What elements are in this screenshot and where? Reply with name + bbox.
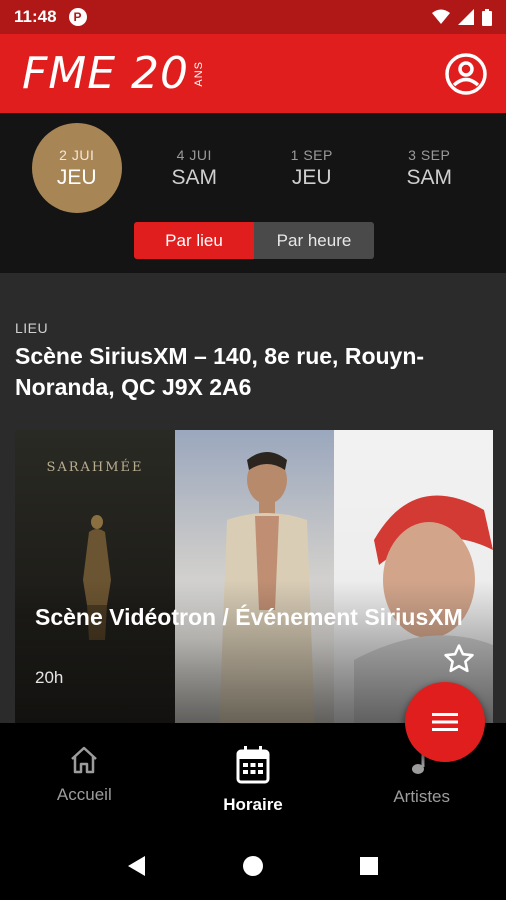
menu-icon <box>432 713 458 731</box>
home-icon <box>71 746 98 774</box>
date-day: 3 SEP <box>408 146 451 163</box>
favorite-button[interactable] <box>442 642 476 676</box>
back-icon[interactable] <box>127 855 147 877</box>
battery-icon <box>482 8 492 26</box>
home-button-icon[interactable] <box>242 855 264 877</box>
view-toggle: Par lieu Par heure <box>134 222 374 259</box>
notification-app-icon: P <box>68 8 87 26</box>
signal-icon <box>458 9 474 25</box>
nav-accueil[interactable]: Accueil <box>0 723 169 832</box>
venue-label: LIEU <box>15 320 49 336</box>
event-time: 20h <box>35 668 64 687</box>
status-time: 11:48 <box>14 7 57 26</box>
logo-text: FME 20 <box>22 48 190 99</box>
date-tab-4[interactable]: 3 SEP SAM <box>384 123 474 213</box>
venue-name: Scène SiriusXM – 140, 8e rue, Rouyn-Nora… <box>15 343 425 400</box>
date-tab-2[interactable]: 4 JUI SAM <box>149 123 239 213</box>
nav-label: Horaire <box>223 795 283 814</box>
fme-logo: FME 20 ANS <box>22 48 205 99</box>
logo-subtext: ANS <box>193 60 206 87</box>
date-tab-1[interactable]: 2 JUI JEU <box>31 123 122 213</box>
nav-label: Accueil <box>56 785 112 804</box>
wifi-icon <box>432 9 450 24</box>
star-icon <box>444 644 474 673</box>
recents-icon[interactable] <box>359 856 379 876</box>
event-card[interactable]: SARAHMÉE Scène Vidéotron / Événement Sir… <box>15 430 493 723</box>
date-day: 1 SEP <box>290 146 333 163</box>
menu-fab[interactable] <box>405 682 485 762</box>
nav-label: Artistes <box>393 787 451 806</box>
date-selector: 2 JUI JEU 4 JUI SAM 1 SEP JEU 3 SEP SAM … <box>0 113 506 273</box>
app-bar: FME 20 ANS <box>0 34 506 113</box>
status-bar: 11:48 P <box>0 0 506 34</box>
date-weekday: SAM <box>171 165 217 189</box>
date-weekday: SAM <box>406 165 452 189</box>
date-tab-3[interactable]: 1 SEP JEU <box>267 123 357 213</box>
schedule-list[interactable]: LIEU Scène SiriusXM – 140, 8e rue, Rouyn… <box>0 273 506 723</box>
by-venue-button[interactable]: Par lieu <box>134 222 254 259</box>
event-title: Scène Vidéotron / Événement SiriusXM <box>35 604 463 630</box>
date-day: 4 JUI <box>176 146 212 163</box>
date-weekday: JEU <box>291 165 332 189</box>
profile-button[interactable] <box>444 52 488 96</box>
date-weekday: JEU <box>56 165 97 189</box>
status-icons <box>432 8 492 26</box>
date-day: 2 JUI <box>59 146 95 163</box>
calendar-icon <box>236 746 270 784</box>
nav-horaire[interactable]: Horaire <box>169 723 338 832</box>
system-navigation-bar <box>0 832 506 900</box>
account-icon <box>445 52 487 95</box>
by-time-button[interactable]: Par heure <box>254 222 374 259</box>
